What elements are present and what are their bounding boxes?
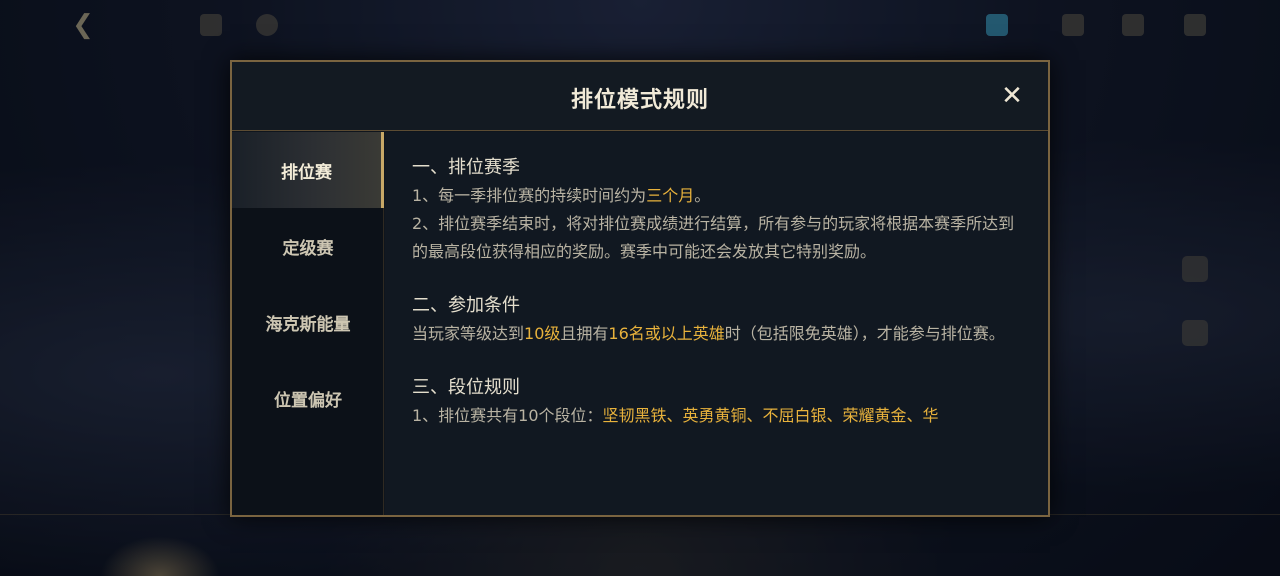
ranked-rules-dialog: 排位模式规则 ✕ 排位赛 定级赛 海克斯能量 位置偏好 一、排位赛季 1、每一季…: [230, 60, 1050, 517]
right-side-icon-2[interactable]: [1182, 320, 1208, 346]
mail-icon[interactable]: [1062, 14, 1084, 36]
sidebar-item-ranked[interactable]: 排位赛: [232, 132, 384, 208]
sidebar-item-position-preference[interactable]: 位置偏好: [232, 360, 384, 436]
back-arrow-icon[interactable]: ❮: [66, 10, 100, 40]
sidebar-item-placement[interactable]: 定级赛: [232, 208, 384, 284]
close-icon[interactable]: ✕: [998, 82, 1026, 110]
settings-icon[interactable]: [256, 14, 278, 36]
section-title-season: 一、排位赛季: [412, 157, 520, 178]
currency-icon[interactable]: [986, 14, 1008, 36]
rules-content[interactable]: 一、排位赛季 1、每一季排位赛的持续时间约为三个月。 2、排位赛季结束时，将对排…: [385, 132, 1048, 515]
highlight-champions: 16名或以上英雄: [608, 324, 725, 343]
dialog-title: 排位模式规则: [570, 88, 709, 113]
top-bar: ❮: [0, 0, 1280, 52]
requirements-text: 当玩家等级达到10级且拥有16名或以上英雄时（包括限免英雄），才能参与排位赛。: [412, 324, 1005, 343]
bottom-tab-glow: [100, 536, 220, 576]
chat-icon[interactable]: [1122, 14, 1144, 36]
highlight-three-months: 三个月: [646, 186, 695, 205]
section-title-tier-rules: 三、段位规则: [412, 377, 520, 398]
season-duration-text: 1、每一季排位赛的持续时间约为三个月。: [412, 186, 711, 205]
tier-list-text: 1、排位赛共有10个段位：坚韧黑铁、英勇黄铜、不屈白银、荣耀黄金、华: [412, 406, 939, 425]
rules-sidebar: 排位赛 定级赛 海克斯能量 位置偏好: [232, 132, 384, 515]
right-side-icon-1[interactable]: [1182, 256, 1208, 282]
friends-icon[interactable]: [1184, 14, 1206, 36]
sidebar-item-hextech-energy[interactable]: 海克斯能量: [232, 284, 384, 360]
top-menu-icon[interactable]: [200, 14, 222, 36]
section-title-requirements: 二、参加条件: [412, 295, 520, 316]
dialog-header: 排位模式规则 ✕: [232, 62, 1048, 131]
highlight-tiers: 坚韧黑铁、英勇黄铜、不屈白银、荣耀黄金、华: [602, 406, 939, 425]
season-rewards-text: 2、排位赛季结束时，将对排位赛成绩进行结算，所有参与的玩家将根据本赛季所达到的最…: [412, 214, 1015, 261]
bottom-navigation: [0, 514, 1280, 576]
highlight-level: 10级: [524, 324, 561, 343]
